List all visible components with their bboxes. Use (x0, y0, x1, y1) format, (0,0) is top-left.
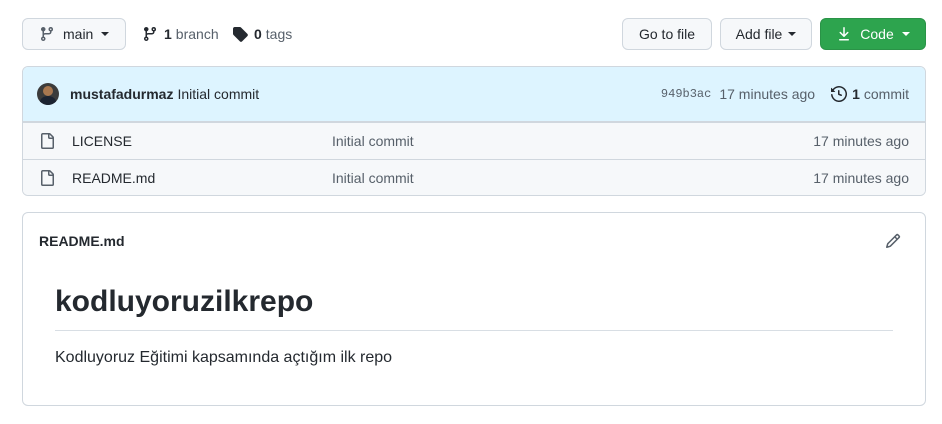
branch-name: main (63, 26, 94, 42)
readme-panel: README.md kodluyoruzilkrepo Kodluyoruz E… (22, 212, 926, 406)
code-label: Code (860, 26, 894, 42)
latest-commit-bar: mustafadurmaz Initial commit 949b3ac 17 … (23, 67, 925, 122)
pencil-icon[interactable] (885, 233, 901, 249)
chevron-down-icon (101, 32, 110, 36)
file-row[interactable]: README.md Initial commit 17 minutes ago (23, 159, 925, 195)
code-button[interactable]: Code (820, 18, 926, 50)
chevron-down-icon (788, 32, 797, 36)
avatar[interactable] (37, 83, 59, 105)
file-row[interactable]: LICENSE Initial commit 17 minutes ago (23, 122, 925, 159)
readme-heading: kodluyoruzilkrepo (55, 283, 893, 331)
readme-header: README.md (23, 213, 925, 269)
file-browser: mustafadurmaz Initial commit 949b3ac 17 … (22, 66, 926, 196)
file-name-link[interactable]: README.md (72, 170, 332, 186)
file-commit-message-link[interactable]: Initial commit (332, 170, 414, 186)
file-commit-message-link[interactable]: Initial commit (332, 133, 414, 149)
tag-icon (233, 27, 248, 42)
commit-age: 17 minutes ago (719, 86, 816, 102)
avatar-body (40, 96, 56, 105)
branch-label: branch (175, 26, 219, 42)
commit-count: 1 (852, 86, 860, 102)
file-icon (41, 133, 54, 149)
git-branch-icon (40, 27, 53, 42)
add-file-label: Add file (735, 26, 783, 42)
commit-meta: 949b3ac 17 minutes ago 1 commit (661, 86, 909, 102)
commit-count-label: commit (863, 86, 909, 102)
commit-sha-link[interactable]: 949b3ac (661, 87, 711, 101)
file-icon (41, 170, 54, 186)
branches-link[interactable]: 1 branch (142, 18, 219, 50)
go-to-file-button[interactable]: Go to file (622, 18, 712, 50)
commit-message-link[interactable]: Initial commit (177, 86, 259, 102)
file-commit-age: 17 minutes ago (813, 170, 909, 186)
readme-paragraph: Kodluyoruz Eğitimi kapsamında açtığım il… (55, 348, 393, 366)
branch-count: 1 (164, 26, 172, 42)
avatar-head (43, 86, 53, 96)
go-to-file-label: Go to file (638, 26, 696, 42)
readme-content: kodluyoruzilkrepo Kodluyoruz Eğitimi kap… (55, 283, 893, 367)
branch-selector-button[interactable]: main (22, 18, 126, 50)
file-name-link[interactable]: LICENSE (72, 133, 332, 149)
readme-filename[interactable]: README.md (39, 233, 125, 249)
repo-toolbar: main 1 branch 0 tags Go to file Add file… (22, 18, 926, 50)
tag-count: 0 (254, 26, 262, 42)
download-icon (839, 27, 850, 41)
tags-link[interactable]: 0 tags (232, 18, 292, 50)
tag-label: tags (265, 26, 293, 42)
git-branch-icon (143, 27, 156, 42)
add-file-button[interactable]: Add file (720, 18, 812, 50)
commit-history-link[interactable]: 1 commit (831, 86, 909, 102)
history-icon (831, 86, 848, 102)
commit-author-link[interactable]: mustafadurmaz (70, 86, 173, 102)
file-commit-age: 17 minutes ago (813, 133, 909, 149)
chevron-down-icon (901, 32, 910, 36)
